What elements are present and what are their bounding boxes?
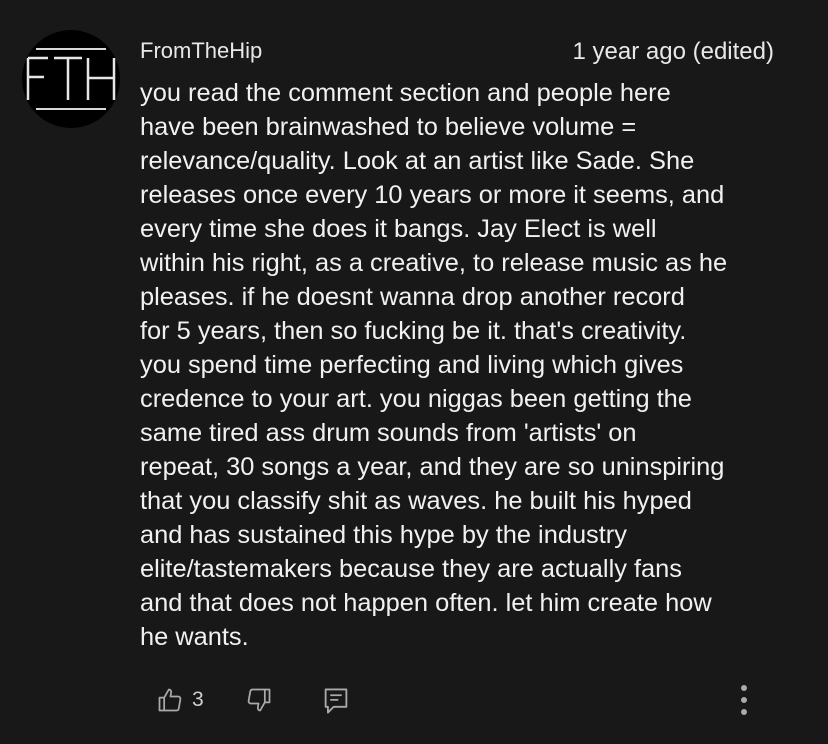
comment-line: relevance/quality. Look at an artist lik… bbox=[140, 147, 695, 175]
comment-line: you read the comment section and people … bbox=[140, 79, 671, 107]
thumbs-down-icon bbox=[247, 688, 271, 712]
more-options-button[interactable] bbox=[735, 682, 753, 718]
comment-text: you read the comment section and people … bbox=[140, 76, 800, 654]
comment-line: elite/tastemakers because they are actua… bbox=[140, 555, 682, 583]
comment-line: releases once every 10 years or more it … bbox=[140, 181, 725, 209]
comment-line: you spend time perfecting and living whi… bbox=[140, 351, 684, 379]
comment-line: same tired ass drum sounds from 'artists… bbox=[140, 419, 637, 447]
comment-author[interactable]: FromTheHip bbox=[140, 38, 262, 64]
thumbs-up-icon bbox=[158, 688, 182, 712]
more-vertical-icon bbox=[741, 685, 747, 715]
comment-line: for 5 years, then so fucking be it. that… bbox=[140, 317, 687, 345]
comment-line: every time she does it bangs. Jay Elect … bbox=[140, 215, 657, 243]
comment-line: credence to your art. you niggas been ge… bbox=[140, 385, 692, 413]
reply-icon bbox=[324, 688, 348, 714]
comment-line: repeat, 30 songs a year, and they are so… bbox=[140, 453, 725, 481]
comment-line: he wants. bbox=[140, 623, 249, 651]
comment-line: within his right, as a creative, to rele… bbox=[140, 249, 728, 277]
dislike-button[interactable] bbox=[245, 686, 273, 714]
comment-line: have been brainwashed to believe volume … bbox=[140, 113, 637, 141]
reply-button[interactable] bbox=[322, 686, 350, 716]
comment-thread-item: FromTheHip 1 year ago (edited) you read … bbox=[0, 0, 828, 744]
avatar-logo bbox=[26, 48, 116, 110]
comment-line: that you classify shit as waves. he buil… bbox=[140, 487, 692, 515]
comment-line: and has sustained this hype by the indus… bbox=[140, 521, 627, 549]
comment-line: pleases. if he doesnt wanna drop another… bbox=[140, 283, 685, 311]
like-count: 3 bbox=[192, 688, 204, 711]
avatar[interactable] bbox=[22, 30, 120, 128]
comment-actions: 3 bbox=[0, 680, 828, 724]
like-button[interactable]: 3 bbox=[156, 686, 204, 714]
comment-line: and that does not happen often. let him … bbox=[140, 589, 712, 617]
comment-timestamp[interactable]: 1 year ago (edited) bbox=[573, 38, 774, 66]
